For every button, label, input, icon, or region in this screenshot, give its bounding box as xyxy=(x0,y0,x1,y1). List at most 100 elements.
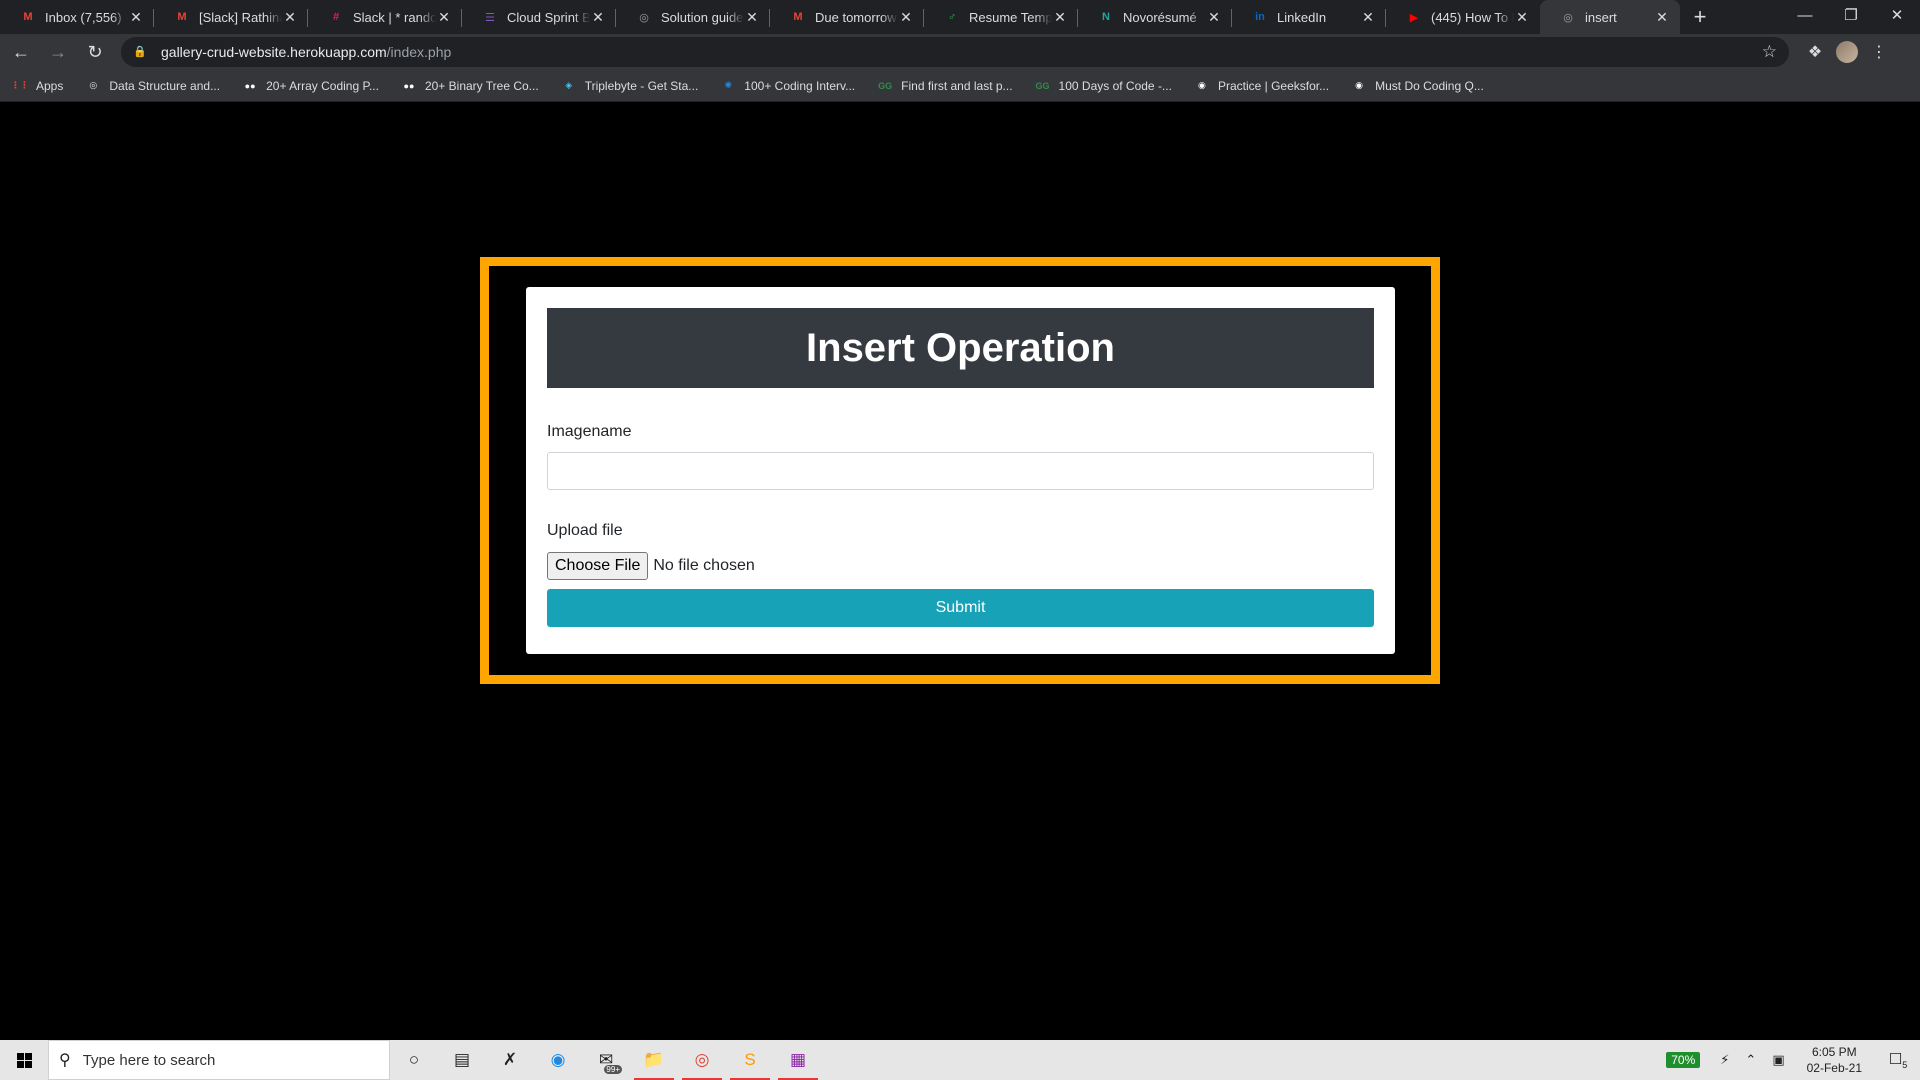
tray-chevron-up-icon[interactable]: ⌃ xyxy=(1745,1052,1756,1068)
bookmark-item[interactable]: ●● 20+ Array Coding P... xyxy=(242,78,379,94)
notification-count: 5 xyxy=(1902,1060,1908,1070)
profile-avatar[interactable] xyxy=(1836,41,1858,63)
browser-tab[interactable]: # Slack | * random✕ xyxy=(308,0,462,34)
tab-title: insert xyxy=(1585,9,1617,25)
system-tray: 70% ⚡ ⌃ ▣ 6:05 PM 02-Feb-21 ☐5 xyxy=(1666,1040,1920,1080)
bookmark-item[interactable]: ◎ Data Structure and... xyxy=(85,78,220,94)
bookmark-label: 100+ Coding Interv... xyxy=(744,78,856,93)
browser-tab[interactable]: ▶ (445) How To Bu✕ xyxy=(1386,0,1540,34)
xodo-icon[interactable]: ✗ xyxy=(486,1040,534,1080)
sublime-text-icon[interactable]: S xyxy=(726,1040,774,1080)
tab-close-icon[interactable]: ✕ xyxy=(1052,9,1068,26)
tab-close-icon[interactable]: ✕ xyxy=(744,9,760,26)
bookmark-item[interactable]: ●● 20+ Binary Tree Co... xyxy=(401,78,539,94)
windows-logo-icon xyxy=(16,1052,32,1068)
gmail-icon: M xyxy=(177,11,187,23)
triplebyte-icon: ◈ xyxy=(565,80,573,90)
leaf-icon: ♂ xyxy=(947,11,957,23)
tab-title: (445) How To Bu xyxy=(1431,9,1514,25)
cortana-icon[interactable]: ○ xyxy=(390,1040,438,1080)
taskbar-search-box[interactable]: ⚲ Type here to search xyxy=(48,1040,390,1080)
browser-tab[interactable]: M Inbox (7,556) - ta✕ xyxy=(0,0,154,34)
start-button[interactable] xyxy=(0,1040,48,1080)
bookmark-item[interactable]: GG 100 Days of Code -... xyxy=(1035,78,1172,94)
submit-button[interactable]: Submit xyxy=(547,589,1374,627)
restore-icon[interactable]: ❐ xyxy=(1828,0,1874,30)
mail-icon[interactable]: ✉ 99+ xyxy=(582,1040,630,1080)
tab-title: Resume Templat xyxy=(969,9,1052,25)
page-title: Insert Operation xyxy=(547,308,1374,388)
bookmark-item[interactable]: ✺ 100+ Coding Interv... xyxy=(720,78,856,94)
tab-close-icon[interactable]: ✕ xyxy=(1514,9,1530,26)
browser-tab[interactable]: ♂ Resume Templat✕ xyxy=(924,0,1078,34)
winrar-icon[interactable]: ▦ xyxy=(774,1040,822,1080)
globe-icon: ◉ xyxy=(1198,80,1206,90)
extensions-puzzle-icon[interactable]: ❖ xyxy=(1799,36,1831,68)
tab-close-icon[interactable]: ✕ xyxy=(436,9,452,26)
forward-icon[interactable]: → xyxy=(42,36,74,68)
task-view-icon[interactable]: ▤ xyxy=(438,1040,486,1080)
browser-tab[interactable]: in LinkedIn ✕ xyxy=(1232,0,1386,34)
battery-indicator[interactable]: 70% xyxy=(1666,1052,1701,1068)
menu-kebab-icon[interactable]: ⋮ xyxy=(1863,36,1895,68)
globe-icon: ◎ xyxy=(89,80,98,90)
bookmark-item[interactable]: ◈ Triplebyte - Get Sta... xyxy=(561,78,698,94)
reload-icon[interactable]: ↻ xyxy=(79,36,111,68)
power-plug-icon[interactable]: ⚡ xyxy=(1720,1052,1729,1068)
edge-icon[interactable]: ◉ xyxy=(534,1040,582,1080)
notification-center-icon[interactable]: ☐5 xyxy=(1876,1050,1920,1070)
bookmark-item[interactable]: ⋮⋮ Apps xyxy=(11,78,64,94)
tab-close-icon[interactable]: ✕ xyxy=(128,9,144,26)
bookmark-label: Practice | Geeksfor... xyxy=(1217,78,1330,93)
minimize-icon[interactable]: — xyxy=(1782,0,1828,30)
file-explorer-icon[interactable]: 📁 xyxy=(630,1040,678,1080)
tab-close-icon[interactable]: ✕ xyxy=(1360,9,1376,26)
globe-icon: ◎ xyxy=(639,11,649,24)
clock-time: 6:05 PM xyxy=(1811,1045,1857,1059)
imagename-label: Imagename xyxy=(547,423,632,440)
upload-file-label: Upload file xyxy=(547,522,623,539)
taskbar-clock[interactable]: 6:05 PM 02-Feb-21 xyxy=(1807,1044,1862,1076)
gmail-icon: M xyxy=(793,11,803,23)
tab-title: Solution guide fo xyxy=(661,9,744,25)
imagename-input[interactable] xyxy=(547,452,1374,490)
geeksforgeeks-icon: GG xyxy=(878,80,893,91)
browser-tab[interactable]: M Due tomorrow: "✕ xyxy=(770,0,924,34)
browser-tab[interactable]: ☰ Cloud Sprint Boo✕ xyxy=(462,0,616,34)
bookmark-star-icon[interactable]: ☆ xyxy=(1762,42,1777,62)
apps-grid-icon: ⋮⋮ xyxy=(11,80,29,90)
network-icon[interactable]: ▣ xyxy=(1772,1052,1784,1068)
browser-tab[interactable]: ◎ Solution guide fo✕ xyxy=(616,0,770,34)
tab-title: Cloud Sprint Boo xyxy=(507,9,590,25)
address-bar[interactable]: 🔒 gallery-crud-website.herokuapp.com/ind… xyxy=(121,37,1789,67)
tab-close-icon[interactable]: ✕ xyxy=(590,9,606,26)
mail-badge: 99+ xyxy=(604,1065,622,1074)
tab-close-icon[interactable]: ✕ xyxy=(1206,9,1222,26)
bookmark-item[interactable]: GG Find first and last p... xyxy=(877,78,1012,94)
browser-tab[interactable]: M [Slack] Rathinam✕ xyxy=(154,0,308,34)
blog-icon: ✺ xyxy=(724,80,733,90)
lock-icon: 🔒 xyxy=(133,46,147,58)
bookmark-label: 20+ Array Coding P... xyxy=(266,78,379,93)
linkedin-icon: in xyxy=(1255,11,1265,23)
url-path: /index.php xyxy=(386,44,452,60)
tab-title: [Slack] Rathinam xyxy=(199,9,282,25)
clock-date: 02-Feb-21 xyxy=(1806,1061,1862,1075)
browser-tab[interactable]: N Novorésumé ✕ xyxy=(1078,0,1232,34)
chrome-icon[interactable]: ◎ xyxy=(678,1040,726,1080)
medium-icon: ●● xyxy=(244,80,256,91)
bookmark-item[interactable]: ◉ Practice | Geeksfor... xyxy=(1194,78,1329,94)
bookmark-item[interactable]: ◉ Must Do Coding Q... xyxy=(1351,78,1484,94)
choose-file-button[interactable]: Choose File xyxy=(547,552,649,580)
tab-close-icon[interactable]: ✕ xyxy=(898,9,914,26)
back-icon[interactable]: ← xyxy=(5,36,37,68)
tab-close-icon[interactable]: ✕ xyxy=(1654,9,1670,26)
bookmark-label: Apps xyxy=(36,78,64,93)
tab-close-icon[interactable]: ✕ xyxy=(282,9,298,26)
browser-tab[interactable]: ◎ insert ✕ xyxy=(1540,0,1680,34)
gmail-icon: M xyxy=(23,11,33,23)
new-tab-button[interactable]: + xyxy=(1680,0,1720,34)
close-window-icon[interactable]: ✕ xyxy=(1874,0,1920,30)
tab-title: Inbox (7,556) - ta xyxy=(45,9,128,25)
url-host: gallery-crud-website.herokuapp.com xyxy=(161,44,387,60)
